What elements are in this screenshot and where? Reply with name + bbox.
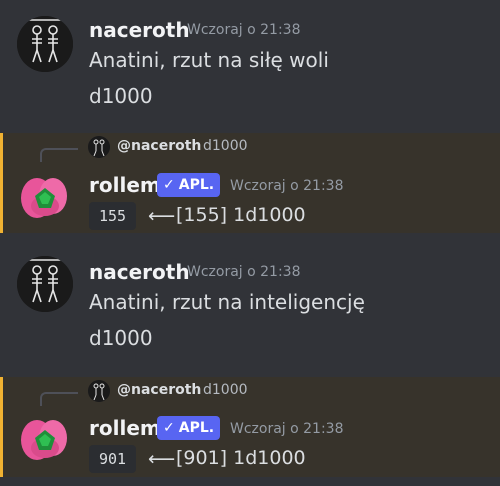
- username[interactable]: naceroth: [89, 260, 190, 284]
- message-naceroth-1: naceroth Wczoraj o 21:38 Anatini, rzut n…: [0, 0, 500, 130]
- reply-username[interactable]: @naceroth: [117, 382, 201, 398]
- dice-hands-avatar-icon: [21, 178, 67, 218]
- reply-connector: [40, 148, 78, 162]
- roll-result-code: 155: [89, 202, 137, 230]
- timestamp: Wczoraj o 21:38: [230, 421, 344, 437]
- roll-result-text: [901] 1d1000: [176, 447, 306, 469]
- app-badge: ✓ APL.: [157, 416, 221, 440]
- reply-username[interactable]: @naceroth: [117, 138, 201, 154]
- skeleton-avatar-icon: [17, 16, 73, 72]
- skeleton-avatar-icon: [88, 380, 110, 402]
- skeleton-avatar-icon: [88, 136, 110, 158]
- app-badge-label: APL.: [178, 177, 215, 193]
- app-badge-label: APL.: [178, 420, 215, 436]
- timestamp: Wczoraj o 21:38: [187, 22, 301, 38]
- reply-avatar[interactable]: [88, 136, 110, 158]
- message-text: d1000: [89, 326, 153, 350]
- username[interactable]: naceroth: [89, 18, 190, 42]
- reply-preview-text[interactable]: d1000: [203, 138, 248, 154]
- message-rollem-2: @naceroth d1000 rollem ✓ APL. Wczoraj o …: [0, 377, 500, 477]
- avatar[interactable]: [17, 16, 73, 72]
- avatar[interactable]: [17, 412, 73, 468]
- message-text: Anatini, rzut na inteligencję: [89, 290, 365, 314]
- message-naceroth-2: naceroth Wczoraj o 21:38 Anatini, rzut n…: [0, 240, 500, 375]
- avatar[interactable]: [17, 170, 73, 226]
- check-icon: ✓: [163, 177, 175, 193]
- timestamp: Wczoraj o 21:38: [230, 178, 344, 194]
- roll-result-code: 901: [89, 445, 137, 473]
- username[interactable]: rollem: [89, 173, 161, 197]
- reply-avatar[interactable]: [88, 380, 110, 402]
- message-rollem-1: @naceroth d1000 rollem ✓ APL. Wczoraj o …: [0, 133, 500, 233]
- dice-hands-avatar-icon: [21, 420, 67, 460]
- app-badge: ✓ APL.: [157, 173, 221, 197]
- username[interactable]: rollem: [89, 416, 161, 440]
- timestamp: Wczoraj o 21:38: [187, 264, 301, 280]
- roll-result-text: [155] 1d1000: [176, 204, 306, 226]
- reply-connector: [40, 392, 78, 406]
- avatar[interactable]: [17, 256, 73, 312]
- arrow-icon: ⟵: [148, 448, 176, 470]
- arrow-icon: ⟵: [148, 205, 176, 227]
- message-text: d1000: [89, 84, 153, 108]
- skeleton-avatar-icon: [17, 256, 73, 312]
- check-icon: ✓: [163, 420, 175, 436]
- message-text: Anatini, rzut na siłę woli: [89, 48, 329, 72]
- reply-preview-text[interactable]: d1000: [203, 382, 248, 398]
